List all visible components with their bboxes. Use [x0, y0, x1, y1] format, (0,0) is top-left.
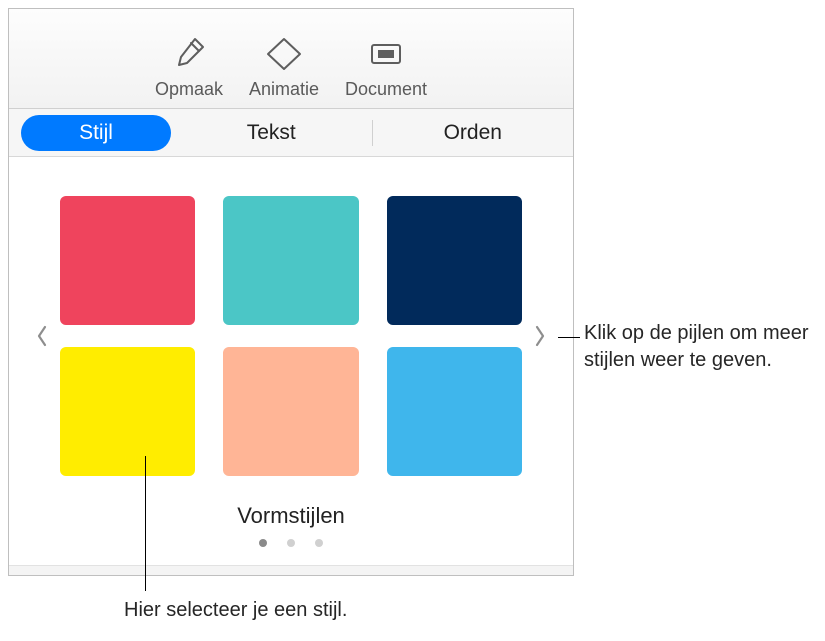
style-swatch[interactable]: [223, 196, 358, 325]
toolbar-label: Document: [345, 79, 427, 100]
tab-separator: [372, 120, 373, 146]
tab-stijl[interactable]: Stijl: [21, 115, 171, 151]
styles-pager: [9, 539, 573, 547]
toolbar-item-opmaak[interactable]: Opmaak: [151, 33, 227, 100]
toolbar-item-animatie[interactable]: Animatie: [245, 33, 323, 100]
section-label-vormstijlen: Vormstijlen: [9, 503, 573, 529]
callout-select: Hier selecteer je een stijl.: [124, 597, 347, 624]
horizontal-scrollbar[interactable]: [9, 565, 573, 575]
brush-icon: [167, 33, 211, 75]
styles-content: Vormstijlen: [9, 157, 573, 575]
sidebar-toolbar: Opmaak Animatie Document: [9, 9, 573, 109]
pager-dot[interactable]: [259, 539, 267, 547]
format-sidebar-panel: Opmaak Animatie Document Stijl Tekst Ord…: [8, 8, 574, 576]
format-tab-bar: Stijl Tekst Orden: [9, 109, 573, 157]
style-swatch[interactable]: [223, 347, 358, 476]
toolbar-label: Opmaak: [155, 79, 223, 100]
slide-icon: [364, 33, 408, 75]
toolbar-item-document[interactable]: Document: [341, 33, 431, 100]
style-swatch[interactable]: [60, 347, 195, 476]
callout-leader: [145, 456, 146, 591]
pager-dot[interactable]: [315, 539, 323, 547]
style-swatch[interactable]: [387, 196, 522, 325]
callout-leader: [558, 337, 580, 338]
style-swatch[interactable]: [387, 347, 522, 476]
chevron-right-icon[interactable]: [526, 324, 554, 348]
style-swatch-grid: [60, 196, 522, 476]
chevron-left-icon[interactable]: [28, 324, 56, 348]
style-swatch[interactable]: [60, 196, 195, 325]
toolbar-label: Animatie: [249, 79, 319, 100]
diamond-icon: [262, 33, 306, 75]
pager-dot[interactable]: [287, 539, 295, 547]
callout-arrows: Klik op de pijlen om meer stijlen weer t…: [584, 320, 814, 374]
tab-orden[interactable]: Orden: [385, 115, 562, 151]
tab-tekst[interactable]: Tekst: [183, 115, 360, 151]
